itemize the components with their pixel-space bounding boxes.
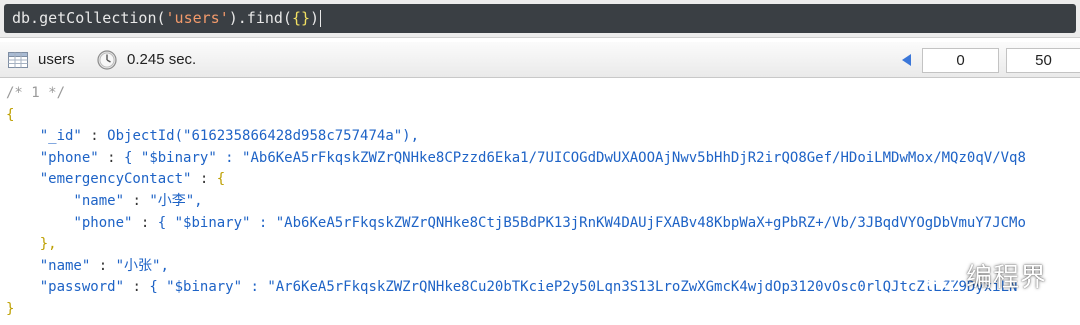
field-separator: : xyxy=(98,149,125,166)
table-icon xyxy=(8,52,28,68)
document-field-line: "name" : "小李", xyxy=(6,191,203,213)
wechat-icon xyxy=(920,259,958,292)
query-text-prefix: db.getCollection( xyxy=(12,9,166,27)
document-open-brace: { xyxy=(6,106,15,123)
document-field-line: "phone" : { "$binary" : "Ab6KeA5rFkqskZW… xyxy=(6,148,1026,170)
field-key: "name" xyxy=(73,193,125,209)
field-key: "emergencyContact" xyxy=(39,171,192,188)
watermark-text: 编程界 xyxy=(966,262,1048,293)
query-text-middle: ).find( xyxy=(228,9,292,27)
field-separator: : xyxy=(124,193,150,209)
field-key: "name" xyxy=(39,257,91,274)
elapsed-time: 0.245 sec. xyxy=(127,51,197,68)
skip-field[interactable]: 0 xyxy=(922,48,999,73)
document-field-line: "_id" : ObjectId("616235866428d958c75747… xyxy=(6,126,419,148)
result-document-view[interactable]: /* 1 */ { "_id" : ObjectId("616235866428… xyxy=(0,79,1080,325)
query-brace: {} xyxy=(291,9,311,27)
query-input[interactable]: db.getCollection('users').find({}) xyxy=(4,4,1076,33)
field-key: "phone" xyxy=(39,149,99,166)
field-value: { xyxy=(216,171,226,188)
watermark: 编程界 xyxy=(920,255,1047,295)
field-key: "_id" xyxy=(39,128,82,145)
field-value: "小张", xyxy=(115,257,169,274)
field-value: }, xyxy=(39,236,57,253)
document-comment: /* 1 */ xyxy=(6,85,66,101)
document-field-line: "password" : { "$binary" : "Ar6KeA5rFkqs… xyxy=(6,277,1018,299)
query-text-suffix: ) xyxy=(310,9,320,27)
document-field-line: "name" : "小张", xyxy=(6,256,169,278)
field-key: "phone" xyxy=(73,214,133,231)
query-collection-string: 'users' xyxy=(165,9,229,27)
field-separator: : xyxy=(81,128,108,145)
field-value: ObjectId("616235866428d958c757474a"), xyxy=(107,128,420,145)
document-field-line: }, xyxy=(6,234,57,256)
text-cursor xyxy=(320,10,322,27)
previous-page-icon[interactable] xyxy=(902,54,911,66)
limit-field[interactable]: 50 xyxy=(1006,48,1080,73)
document-field-line: "phone" : { "$binary" : "Ab6KeA5rFkqskZW… xyxy=(6,213,1026,235)
document-field-line: "emergencyContact" : { xyxy=(6,169,225,191)
document-close-brace: } xyxy=(6,301,15,317)
collection-name: users xyxy=(38,51,75,68)
clock-icon xyxy=(97,50,117,70)
field-separator: : xyxy=(90,257,116,274)
query-bar: db.getCollection('users').find({}) xyxy=(0,0,1080,38)
field-value: "小李", xyxy=(149,193,203,209)
field-separator: : xyxy=(132,214,158,231)
field-value: { "$binary" : "Ar6KeA5rFkqskZWZrQNHke8Cu… xyxy=(149,279,1018,296)
results-toolbar: users 0.245 sec. 0 50 xyxy=(0,42,1080,78)
field-key: "password" xyxy=(39,279,125,296)
field-value: { "$binary" : "Ab6KeA5rFkqskZWZrQNHke8CP… xyxy=(124,149,1026,166)
field-separator: : xyxy=(191,171,217,188)
field-separator: : xyxy=(124,279,150,296)
field-value: { "$binary" : "Ab6KeA5rFkqskZWZrQNHke8Ct… xyxy=(157,214,1026,231)
